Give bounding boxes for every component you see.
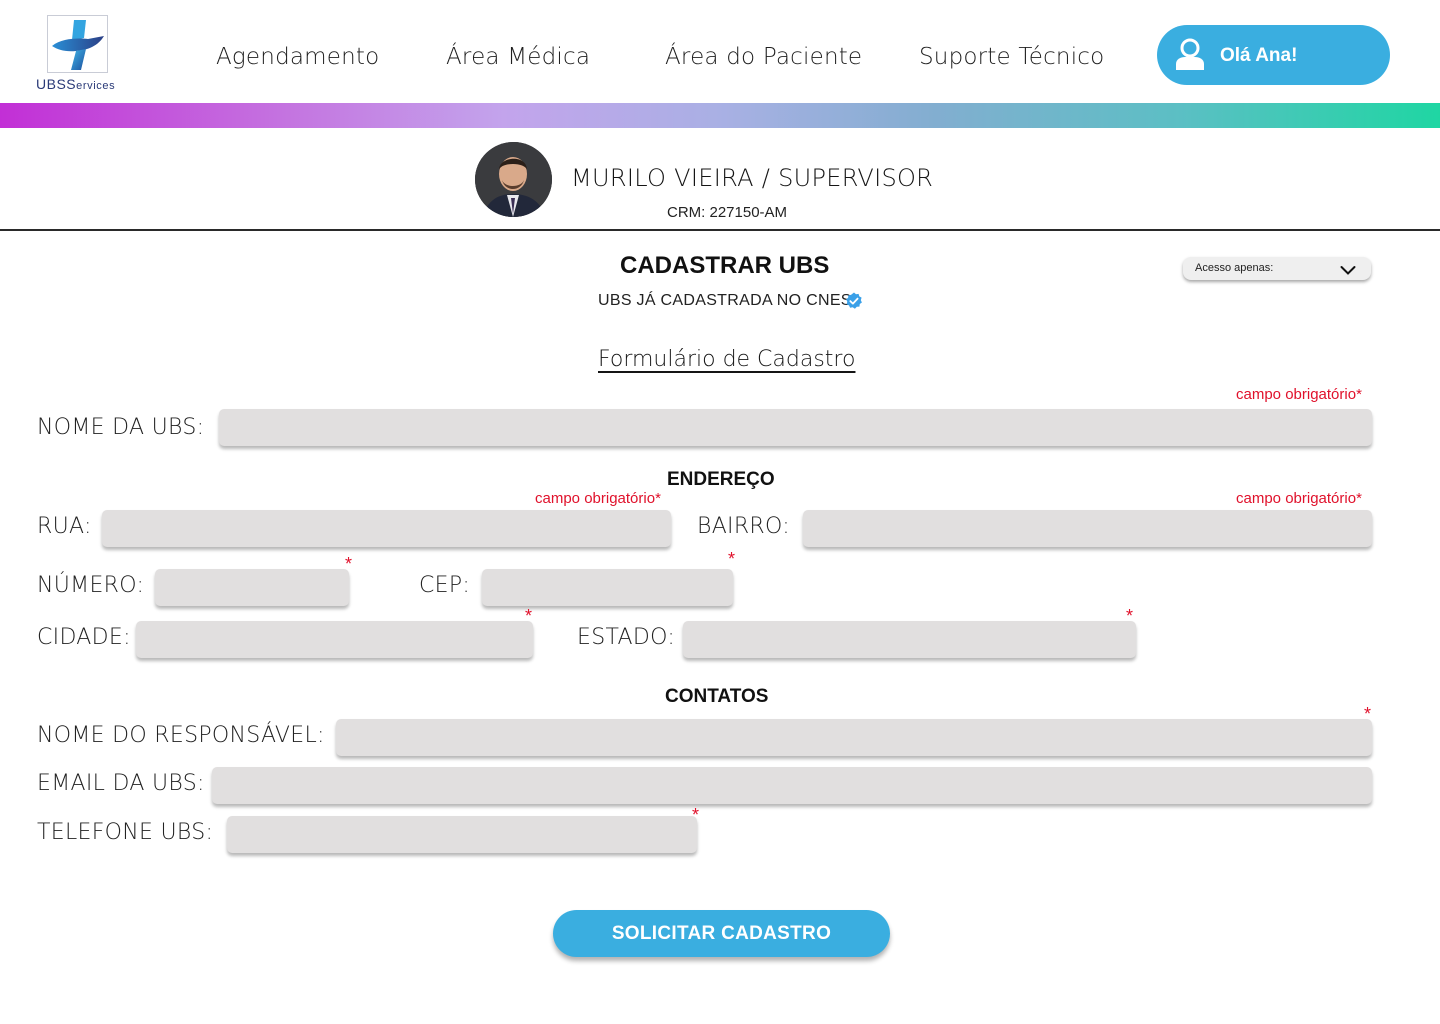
verified-badge-icon: [845, 292, 863, 310]
required-note-bairro: campo obrigatório*: [1236, 490, 1362, 507]
endereco-section-title: ENDEREÇO: [667, 469, 775, 490]
email-input[interactable]: [212, 767, 1372, 804]
nav-agendamento[interactable]: Agendamento: [216, 44, 379, 70]
email-label: EMAIL DA UBS:: [37, 771, 205, 796]
telefone-input[interactable]: [227, 816, 697, 853]
nav-suporte-tecnico[interactable]: Suporte Técnico: [919, 44, 1104, 70]
page-title: CADASTRAR UBS: [620, 252, 830, 279]
top-header: UBSServices Agendamento Área Médica Área…: [0, 0, 1440, 103]
telefone-label: TELEFONE UBS:: [37, 820, 214, 845]
nav-area-do-paciente[interactable]: Área do Paciente: [665, 44, 862, 70]
profile-name: MURILO VIEIRA / SUPERVISOR: [571, 164, 934, 192]
logo-cross-icon: [47, 15, 108, 73]
nome-ubs-label: NOME DA UBS:: [37, 415, 205, 440]
user-menu-button[interactable]: Olá Ana!: [1157, 25, 1390, 85]
divider: [0, 229, 1440, 231]
form-title: Formulário de Cadastro: [598, 347, 856, 372]
numero-label: NÚMERO:: [37, 573, 145, 598]
estado-label: ESTADO:: [577, 625, 676, 650]
numero-input[interactable]: [155, 569, 349, 606]
access-select-dropdown[interactable]: Acesso apenas:: [1183, 257, 1371, 280]
user-greeting: Olá Ana!: [1220, 45, 1298, 66]
required-note-nome-ubs: campo obrigatório*: [1236, 386, 1362, 403]
profile-crm: CRM: 227150-AM: [667, 204, 788, 221]
solicitar-cadastro-button[interactable]: SOLICITAR CADASTRO: [553, 910, 890, 957]
cnes-status-text: UBS JÁ CADASTRADA NO CNES: [598, 292, 852, 309]
avatar: [475, 142, 552, 217]
nome-ubs-input[interactable]: [219, 409, 1372, 446]
rua-label: RUA:: [37, 514, 92, 539]
chevron-down-icon: [1340, 263, 1356, 275]
cep-input[interactable]: [482, 569, 733, 606]
ubservices-logo[interactable]: UBSServices: [36, 14, 122, 94]
cep-label: CEP:: [419, 573, 471, 598]
nav-area-medica[interactable]: Área Médica: [446, 44, 590, 70]
responsavel-label: NOME DO RESPONSÁVEL:: [37, 723, 325, 748]
rua-input[interactable]: [102, 510, 671, 547]
cidade-input[interactable]: [136, 621, 533, 658]
brand-gradient-bar: [0, 103, 1440, 128]
required-note-rua: campo obrigatório*: [535, 490, 661, 507]
responsavel-input[interactable]: [336, 719, 1372, 756]
required-star-cep: *: [728, 549, 736, 569]
contatos-section-title: CONTATOS: [665, 686, 769, 707]
cidade-label: CIDADE:: [37, 625, 131, 650]
bairro-label: BAIRRO:: [697, 514, 790, 539]
estado-input[interactable]: [683, 621, 1136, 658]
logo-text: UBSServices: [36, 76, 116, 92]
access-select-label: Acesso apenas:: [1195, 262, 1274, 274]
user-icon: [1173, 37, 1207, 71]
bairro-input[interactable]: [803, 510, 1372, 547]
